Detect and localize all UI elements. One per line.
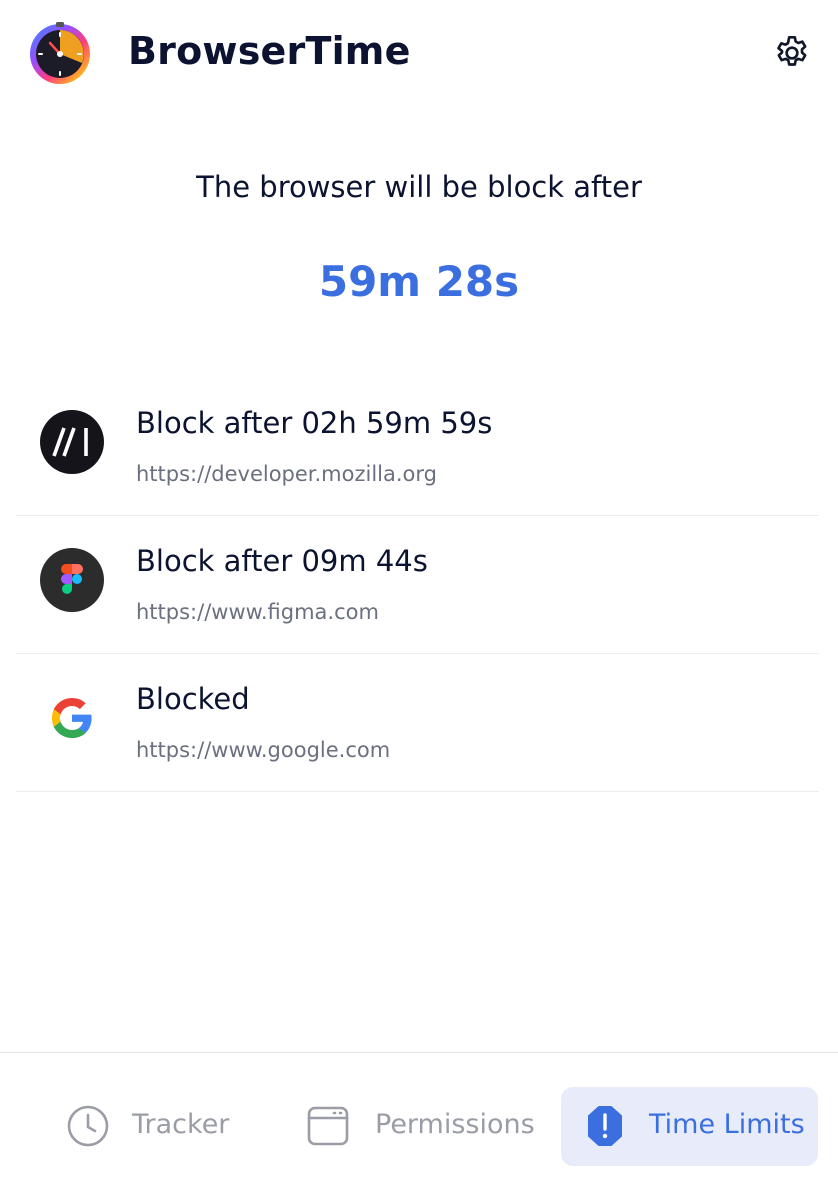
tab-permissions[interactable]: Permissions bbox=[282, 1087, 550, 1166]
countdown-timer: 59m 28s bbox=[318, 257, 520, 306]
header: BrowserTime bbox=[0, 0, 838, 104]
site-status: Block after 02h 59m 59s bbox=[136, 406, 493, 440]
site-status: Block after 09m 44s bbox=[136, 544, 428, 578]
bottom-nav: Tracker Permissions Time Limits bbox=[0, 1052, 838, 1190]
app-title: BrowserTime bbox=[128, 29, 411, 73]
tab-label: Time Limits bbox=[649, 1109, 805, 1140]
list-item[interactable]: Blocked https://www.google.com bbox=[16, 654, 819, 792]
tab-label: Tracker bbox=[132, 1109, 230, 1140]
google-logo-icon bbox=[52, 698, 92, 738]
mdn-logo-icon bbox=[40, 410, 104, 474]
tab-time-limits[interactable]: Time Limits bbox=[561, 1087, 818, 1166]
site-status: Blocked bbox=[136, 682, 250, 716]
site-url: https://developer.mozilla.org bbox=[136, 462, 438, 486]
tab-label: Permissions bbox=[375, 1109, 535, 1140]
site-url: https://www.google.com bbox=[136, 738, 391, 762]
alert-hexagon-icon bbox=[588, 1106, 622, 1146]
browsertime-popup: BrowserTime The browser will be block af… bbox=[0, 0, 838, 1190]
site-list: Block after 02h 59m 59s https://develope… bbox=[16, 378, 819, 792]
browser-window-icon bbox=[307, 1106, 349, 1146]
list-item[interactable]: Block after 02h 59m 59s https://develope… bbox=[16, 378, 819, 516]
figma-logo-icon bbox=[40, 548, 104, 612]
stopwatch-logo-icon bbox=[30, 22, 90, 84]
list-item[interactable]: Block after 09m 44s https://www.figma.co… bbox=[16, 516, 819, 654]
gear-icon[interactable] bbox=[772, 33, 812, 73]
block-caption: The browser will be block after bbox=[196, 170, 642, 204]
site-url: https://www.figma.com bbox=[136, 600, 379, 624]
tab-tracker[interactable]: Tracker bbox=[40, 1087, 260, 1166]
clock-icon bbox=[67, 1105, 109, 1147]
